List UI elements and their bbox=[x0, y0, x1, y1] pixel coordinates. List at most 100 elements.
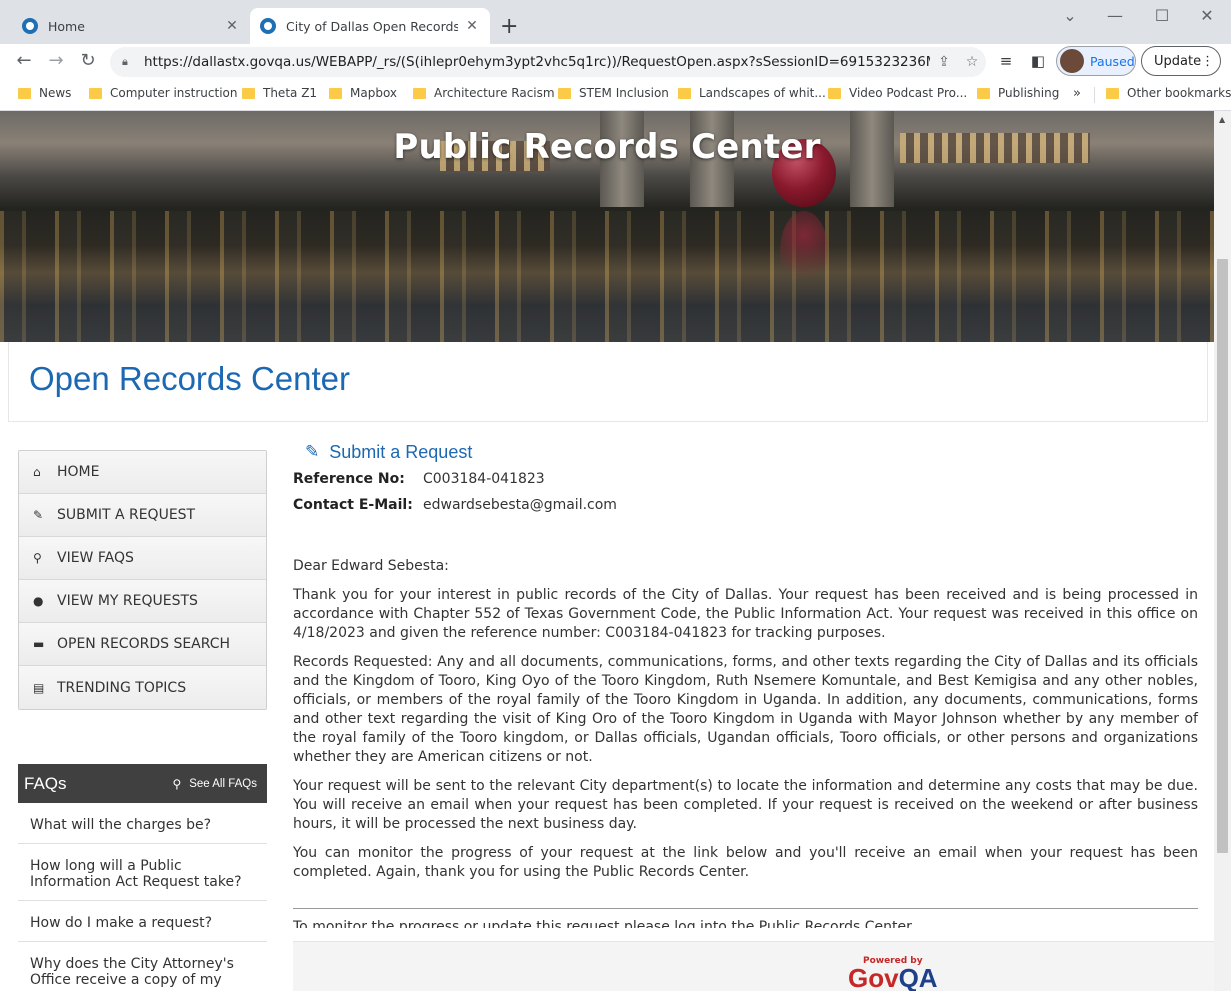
bookmark-item[interactable]: Computer instruction bbox=[89, 86, 238, 100]
nav-item-home[interactable]: ⌂ HOME bbox=[19, 451, 266, 494]
bookmark-star-icon[interactable]: ☆ bbox=[958, 54, 986, 70]
nav-item-trending-topics[interactable]: ▤ TRENDING TOPICS bbox=[19, 666, 266, 709]
folder-icon bbox=[89, 87, 102, 99]
profile-button[interactable]: Paused bbox=[1056, 46, 1136, 76]
folder-icon bbox=[1106, 87, 1119, 99]
submit-request-heading: ✎ Submit a Request bbox=[305, 441, 473, 462]
bookmarks-divider bbox=[1094, 87, 1095, 103]
pool-reflection bbox=[0, 211, 1214, 342]
edit-icon: ✎ bbox=[33, 508, 44, 522]
update-button[interactable]: Update ⋮ bbox=[1141, 46, 1221, 76]
bookmark-item[interactable]: Theta Z1 bbox=[242, 86, 317, 100]
tab-search-chevron-icon[interactable]: ⌄ bbox=[1055, 6, 1085, 25]
site-header: Open Records Center bbox=[8, 342, 1208, 422]
profile-status: Paused bbox=[1090, 53, 1135, 69]
share-icon[interactable]: ⇪ bbox=[930, 54, 958, 70]
folder-icon bbox=[977, 87, 990, 99]
request-confirmation: ✎ Submit a Request Reference No: C003184… bbox=[293, 441, 1198, 928]
address-bar[interactable]: 🔒︎ https://dallastx.govqa.us/WEBAPP/_rs/… bbox=[110, 47, 986, 77]
reload-icon[interactable]: ↻ bbox=[76, 50, 100, 71]
more-bookmarks-chevron-icon[interactable]: » bbox=[1073, 86, 1081, 101]
folder-icon bbox=[413, 87, 426, 99]
page-viewport: Public Records Center Open Records Cente… bbox=[0, 111, 1214, 991]
folder-icon bbox=[242, 87, 255, 99]
folder-icon bbox=[558, 87, 571, 99]
scrollbar-thumb[interactable] bbox=[1217, 259, 1228, 853]
reference-label: Reference No: bbox=[293, 471, 405, 487]
tab-title: City of Dallas Open Records Center bbox=[286, 18, 458, 34]
left-navigation: ⌂ HOME ✎ SUBMIT A REQUEST ⚲ VIEW FAQS ● VIEW… bbox=[18, 450, 267, 710]
close-tab-icon[interactable]: ✕ bbox=[224, 18, 240, 34]
side-panel-icon[interactable]: ◧ bbox=[1027, 52, 1049, 70]
scroll-up-arrow-icon[interactable]: ▲ bbox=[1219, 115, 1225, 124]
edit-icon: ✎ bbox=[305, 442, 320, 461]
nav-item-submit-request[interactable]: ✎ SUBMIT A REQUEST bbox=[19, 494, 266, 537]
email-label: Contact E-Mail: bbox=[293, 497, 413, 513]
divider bbox=[293, 908, 1198, 909]
folder-icon bbox=[678, 87, 691, 99]
page-scrollbar[interactable]: ▲ bbox=[1214, 111, 1231, 991]
tab-open-records[interactable]: City of Dallas Open Records Center ✕ bbox=[250, 8, 490, 44]
bookmark-item[interactable]: Publishing bbox=[977, 86, 1059, 100]
lock-icon: 🔒︎ bbox=[122, 55, 128, 68]
bookmarks-bar: News Computer instruction Theta Z1 Mapbo… bbox=[0, 80, 1231, 111]
govqa-logo[interactable]: Powered by GovQA bbox=[848, 956, 938, 991]
faq-item[interactable]: What will the charges be? bbox=[18, 803, 267, 844]
letter-paragraph: Thank you for your interest in public re… bbox=[293, 587, 1198, 641]
faq-list: What will the charges be? How long will … bbox=[18, 803, 267, 991]
page-title: Open Records Center bbox=[29, 360, 350, 397]
hero-title: Public Records Center bbox=[393, 127, 821, 167]
browser-toolbar: ← → ↻ 🔒︎ https://dallastx.govqa.us/WEBAP… bbox=[0, 44, 1231, 80]
new-tab-icon[interactable]: + bbox=[500, 14, 518, 39]
newspaper-icon: ▤ bbox=[33, 680, 45, 695]
footer: Powered by GovQA bbox=[293, 941, 1214, 991]
url-text[interactable]: https://dallastx.govqa.us/WEBAPP/_rs/(S(… bbox=[144, 54, 930, 70]
faq-item[interactable]: How do I make a request? bbox=[18, 901, 267, 942]
folder-icon bbox=[329, 87, 342, 99]
folder-icon bbox=[18, 87, 31, 99]
faq-item[interactable]: Why does the City Attorney's Office rece… bbox=[18, 942, 267, 991]
email-row: Contact E-Mail: edwardsebesta@gmail.com bbox=[293, 495, 1198, 515]
site-favicon-icon bbox=[22, 18, 38, 34]
letter-paragraph: Your request will be sent to the relevan… bbox=[293, 778, 1198, 832]
reference-value: C003184-041823 bbox=[423, 471, 545, 487]
faq-item[interactable]: How long will a Public Information Act R… bbox=[18, 844, 267, 901]
other-bookmarks[interactable]: Other bookmarks bbox=[1106, 86, 1231, 100]
nav-item-open-records-search[interactable]: ▬ OPEN RECORDS SEARCH bbox=[19, 623, 266, 666]
email-value: edwardsebesta@gmail.com bbox=[423, 497, 617, 513]
nav-item-view-my-requests[interactable]: ● VIEW MY REQUESTS bbox=[19, 580, 266, 623]
bookmark-item[interactable]: Architecture Racism bbox=[413, 86, 555, 100]
close-window-icon[interactable]: ✕ bbox=[1192, 6, 1222, 25]
close-tab-icon[interactable]: ✕ bbox=[464, 18, 480, 34]
bookmark-item[interactable]: News bbox=[18, 86, 71, 100]
greeting: Dear Edward Sebesta: bbox=[293, 558, 449, 574]
records-requested-paragraph: Records Requested: Any and all documents… bbox=[293, 654, 1198, 765]
search-icon: ⚲ bbox=[33, 551, 42, 565]
back-icon[interactable]: ← bbox=[12, 50, 36, 71]
monitor-instructions: To monitor the progress or update this r… bbox=[293, 919, 916, 928]
reading-list-icon[interactable]: ≡ bbox=[995, 52, 1017, 70]
avatar bbox=[1060, 49, 1084, 73]
faqs-title: FAQs bbox=[24, 773, 67, 793]
letter-paragraph: You can monitor the progress of your req… bbox=[293, 845, 1198, 880]
forward-icon[interactable]: → bbox=[44, 50, 68, 71]
bookmark-item[interactable]: STEM Inclusion bbox=[558, 86, 669, 100]
govqa-wordmark: GovQA bbox=[848, 963, 938, 991]
sphere-reflection bbox=[780, 211, 828, 291]
bookmark-item[interactable]: Landscapes of whit... bbox=[678, 86, 826, 100]
search-icon: ⚲ bbox=[172, 776, 182, 791]
update-label: Update bbox=[1154, 53, 1202, 69]
bookmark-item[interactable]: Video Podcast Pro... bbox=[828, 86, 967, 100]
see-all-faqs-link[interactable]: ⚲ See All FAQs bbox=[172, 777, 257, 791]
nav-item-view-faqs[interactable]: ⚲ VIEW FAQS bbox=[19, 537, 266, 580]
archive-icon: ▬ bbox=[33, 637, 45, 651]
tab-bar: Home ✕ City of Dallas Open Records Cente… bbox=[0, 0, 1231, 44]
tab-home[interactable]: Home ✕ bbox=[12, 8, 250, 44]
confirmation-letter: Dear Edward Sebesta: Thank you for your … bbox=[293, 557, 1198, 882]
minimize-icon[interactable]: — bbox=[1100, 6, 1130, 25]
site-favicon-icon bbox=[260, 18, 276, 34]
home-icon: ⌂ bbox=[33, 465, 41, 479]
maximize-icon[interactable]: ☐ bbox=[1147, 6, 1177, 25]
faqs-header: FAQs ⚲ See All FAQs bbox=[18, 764, 267, 803]
bookmark-item[interactable]: Mapbox bbox=[329, 86, 397, 100]
